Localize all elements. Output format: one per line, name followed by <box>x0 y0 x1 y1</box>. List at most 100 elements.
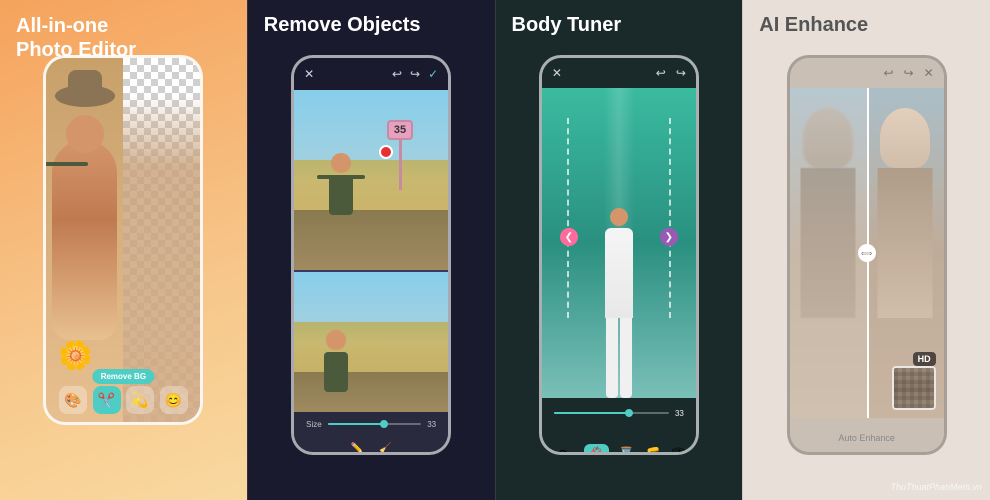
tool-legs[interactable]: 🦵 Legs <box>643 446 660 456</box>
remove-bg-button[interactable]: Remove BG <box>93 369 154 384</box>
phone-mockup-1: 🌼 Remove BG 🎨 ✂️ 💫 😊 <box>43 55 203 425</box>
phone-right-half-transparent <box>123 58 200 422</box>
person-arms <box>317 175 365 179</box>
close-icon-4[interactable]: ✕ <box>924 66 934 80</box>
image-top: 35 <box>294 90 448 270</box>
bottom-area-4: Auto Enhance <box>790 418 944 455</box>
legs-icon: 🦵 <box>643 446 660 456</box>
body-image: ❮ ❯ <box>542 88 696 398</box>
dashed-guide-right <box>669 118 671 318</box>
dashed-guide-left <box>567 118 569 318</box>
waist-icon: ⌛ <box>617 446 634 456</box>
toolbar-icon-1[interactable]: 🎨 <box>59 386 87 414</box>
sign-pole <box>399 140 402 190</box>
road <box>294 210 448 270</box>
body-slider-area: 33 <box>542 398 696 428</box>
person-shape <box>329 153 353 215</box>
body-slider-thumb[interactable] <box>625 409 633 417</box>
result-body <box>324 352 348 392</box>
tools-row: ⊙ Enhancer 👙 Slim ⌛ Waist 🦵 Legs 🛡 <box>542 428 696 455</box>
face-blur <box>803 108 853 168</box>
face-enhanced <box>880 108 930 168</box>
sky-bottom <box>294 272 448 322</box>
panel-3-title: Body Tuner <box>512 14 622 37</box>
selection-dot <box>379 145 393 159</box>
arrow-left-control[interactable]: ❮ <box>560 228 578 246</box>
panel-photo-editor: All-in-one Photo Editor 🌼 Remove BG 🎨 ✂️… <box>0 0 247 500</box>
undo-icon[interactable]: ↩ <box>392 67 402 81</box>
girl-silhouette <box>52 140 117 340</box>
tool-waist[interactable]: ⌛ Waist <box>617 446 634 456</box>
arrow-right-control[interactable]: ❯ <box>660 228 678 246</box>
woman-legs <box>606 318 632 398</box>
road-bottom <box>294 372 448 412</box>
tool-slim[interactable]: 👙 Slim <box>584 444 609 456</box>
panel-2-title: Remove Objects <box>264 14 421 37</box>
image-bottom <box>294 272 448 412</box>
redo-icon-4[interactable]: ↪ <box>904 66 914 80</box>
flower-sticker: 🌼 <box>58 339 93 372</box>
slider-thumb[interactable] <box>380 420 388 428</box>
ai-original-half <box>790 88 867 418</box>
eraser-icon[interactable]: 🧹 <box>379 443 391 454</box>
sign-board: 35 <box>387 120 413 140</box>
hd-badge: HD <box>913 352 936 366</box>
bottom-toolbar: 🎨 ✂️ 💫 😊 <box>46 386 200 414</box>
phone-mockup-3: ✕ ↩ ↪ ❮ ❯ <box>539 55 699 455</box>
phone-mockup-2: ✕ ↩ ↪ ✓ 35 <box>291 55 451 455</box>
close-icon-3[interactable]: ✕ <box>552 66 562 80</box>
undo-icon-4[interactable]: ↩ <box>883 66 893 80</box>
undo-icon-3[interactable]: ↩ <box>656 66 666 80</box>
body-enhanced <box>878 168 933 318</box>
slider-label: Size <box>306 420 322 429</box>
slider-value: 33 <box>427 420 436 429</box>
body-slider-fill <box>554 412 629 414</box>
body-blur <box>801 168 856 318</box>
ai-slider-handle[interactable]: ⟺ <box>858 244 876 262</box>
top-icons-4: ↩ ↪ ✕ <box>883 66 933 80</box>
protect-icon: 🛡 <box>669 446 687 456</box>
hat-brim <box>55 85 115 107</box>
woman-head <box>610 208 628 226</box>
person-body <box>329 175 353 215</box>
bottom-tools-2: ✏️ 🧹 <box>294 436 448 455</box>
result-head <box>326 330 346 350</box>
top-bar-3: ✕ ↩ ↪ <box>542 58 696 88</box>
bottom-toolbar-3: ⊙ Enhancer 👙 Slim ⌛ Waist 🦵 Legs 🛡 <box>542 428 696 455</box>
panel-ai-enhance: AI Enhance ↩ ↪ ✕ ⟺ <box>742 0 990 500</box>
enhancer-icon: ⊙ <box>557 446 569 456</box>
arms <box>46 162 88 166</box>
panel-1-title: All-in-one Photo Editor <box>16 14 136 62</box>
body-slider-track[interactable] <box>554 412 669 414</box>
size-slider-bar: Size 33 <box>294 412 448 436</box>
top-bar-4: ↩ ↪ ✕ <box>790 58 944 88</box>
watermark: ThuThuatPhanMem.vn <box>890 482 982 492</box>
phone-top-bar-2: ✕ ↩ ↪ ✓ <box>294 58 448 90</box>
top-icons-3: ↩ ↪ <box>656 66 686 80</box>
toolbar-icon-3[interactable]: 💫 <box>126 386 154 414</box>
redo-icon[interactable]: ↪ <box>410 67 420 81</box>
result-person <box>324 330 348 392</box>
toolbar-icon-4[interactable]: 😊 <box>160 386 188 414</box>
top-bar-icons: ↩ ↪ ✓ <box>392 67 438 81</box>
sky <box>294 90 448 160</box>
phone-mockup-4: ↩ ↪ ✕ ⟺ HD <box>787 55 947 455</box>
tool-enhancer[interactable]: ⊙ Enhancer <box>550 446 576 456</box>
person-head <box>331 153 351 173</box>
redo-icon-3[interactable]: ↪ <box>676 66 686 80</box>
ai-split-image: ⟺ HD <box>790 88 944 418</box>
woman-figure <box>605 208 633 398</box>
slider-track[interactable] <box>328 423 422 425</box>
face-closeup-box <box>892 366 936 410</box>
pencil-icon[interactable]: ✏️ <box>351 443 363 454</box>
tool-protect[interactable]: 🛡 Protect <box>669 446 688 456</box>
confirm-icon[interactable]: ✓ <box>428 67 438 81</box>
slider-fill <box>328 423 384 425</box>
body-slider-value: 33 <box>675 409 684 418</box>
close-icon[interactable]: ✕ <box>304 67 314 81</box>
toolbar-icon-2-active[interactable]: ✂️ <box>93 386 121 414</box>
slim-icon: 👙 <box>588 446 605 456</box>
pixelated-face-image <box>894 368 934 408</box>
person-overlay <box>123 58 200 422</box>
woman-torso <box>605 228 633 318</box>
